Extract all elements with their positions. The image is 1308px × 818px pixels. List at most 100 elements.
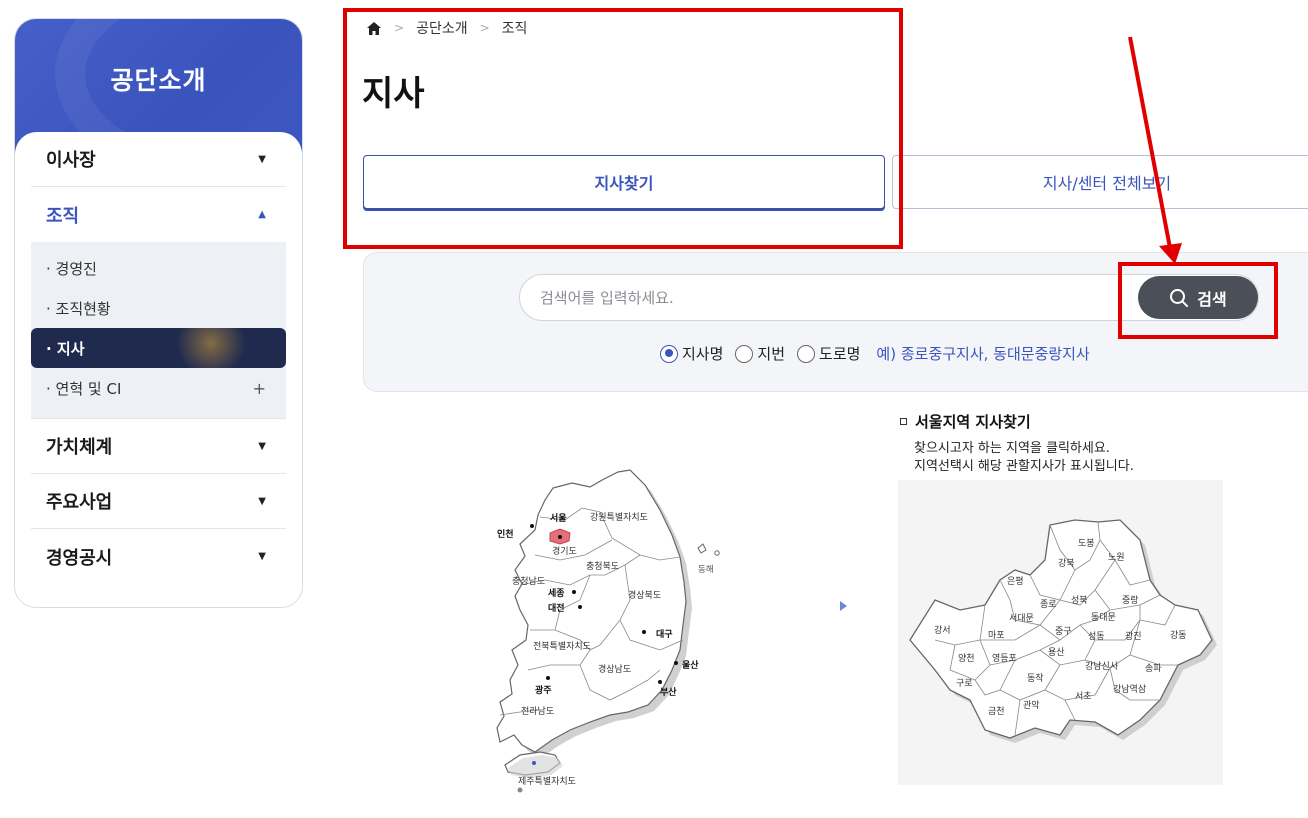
ulleungdo-island [697, 543, 707, 554]
radio-label: 도로명 [819, 345, 861, 363]
district-seongdong[interactable]: 성동 [1088, 631, 1105, 642]
seoul-section-heading: 서울지역 지사찾기 [900, 411, 1031, 432]
district-gangnamyeoksam[interactable]: 강남역삼 [1113, 684, 1146, 695]
sidebar-item-label: 경영공시 [46, 547, 113, 569]
district-gangbuk[interactable]: 강북 [1058, 558, 1075, 569]
label-jeonbuk[interactable]: 전북특별자치도 [533, 640, 591, 652]
seoul-section-description: 찾으시고자 하는 지역을 클릭하세요. 지역선택시 해당 관할지사가 표시됩니다… [914, 440, 1134, 476]
label-ulsan[interactable]: 울산 [682, 659, 699, 671]
district-yangcheon[interactable]: 양천 [958, 653, 975, 664]
korea-map: 서울 인천 경기도 강원특별자치도 충청북도 충청남도 세종 대전 경상북도 대… [496, 469, 720, 793]
plus-icon: + [252, 378, 266, 398]
seoul-heading-text: 서울지역 지사찾기 [915, 413, 1031, 431]
label-jeju[interactable]: 제주특별자치도 [518, 775, 576, 787]
district-dobong[interactable]: 도봉 [1078, 538, 1095, 549]
chevron-up-icon: ▲ [258, 209, 266, 220]
label-gwangju[interactable]: 광주 [535, 684, 552, 696]
label-busan[interactable]: 부산 [660, 686, 677, 698]
annotation-box-search-button [1118, 262, 1278, 339]
district-eunpyeong[interactable]: 은평 [1007, 576, 1024, 587]
district-yeongdeungpo[interactable]: 영등포 [992, 653, 1017, 664]
island-dot [517, 787, 523, 793]
district-junggu[interactable]: 중구 [1055, 626, 1072, 637]
sidebar-item-organization[interactable]: 조직 ▲ [31, 187, 286, 242]
annotation-box-title-tabs [343, 8, 903, 249]
sidebar-submenu: · 경영진 · 조직현황 · 지사 · 연혁 및 CI + [31, 242, 286, 419]
radio-label: 지사명 [682, 345, 724, 363]
district-jongno[interactable]: 종로 [1040, 599, 1057, 610]
tab-view-all[interactable]: 지사/센터 전체보기 [892, 155, 1308, 209]
district-guro[interactable]: 구로 [956, 678, 973, 689]
district-seodaemun[interactable]: 서대문 [1009, 613, 1034, 624]
arrow-right-icon [840, 601, 847, 611]
submenu-item-history-ci[interactable]: · 연혁 및 CI + [31, 368, 286, 408]
label-chungbuk[interactable]: 충청북도 [586, 561, 619, 572]
district-gwanak[interactable]: 관악 [1023, 699, 1040, 711]
district-dongjak[interactable]: 동작 [1027, 673, 1044, 684]
chevron-down-icon: ▼ [258, 495, 266, 507]
search-example: 예) 종로중구지사, 동대문중랑지사 [876, 345, 1090, 363]
radio-lot-number[interactable]: 지번 [735, 343, 785, 364]
sidebar: 공단소개 이사장 ▼ 조직 ▲ · 경영진 · 조직현황 · 지사 · 연혁 및… [14, 18, 303, 608]
chevron-down-icon: ▼ [258, 153, 266, 165]
seoul-desc-line: 찾으시고자 하는 지역을 클릭하세요. [914, 441, 1110, 456]
dokdo-island [714, 550, 720, 556]
label-gangwon[interactable]: 강원특별자치도 [590, 511, 648, 523]
sidebar-item-label: 주요사업 [46, 492, 113, 513]
label-gyeongnam[interactable]: 경상남도 [598, 663, 631, 675]
district-mapo[interactable]: 마포 [988, 630, 1005, 641]
map-dot [532, 761, 536, 765]
radio-circle[interactable] [797, 344, 816, 363]
sidebar-menu: 이사장 ▼ 조직 ▲ · 경영진 · 조직현황 · 지사 · 연혁 및 CI + [15, 132, 302, 607]
district-nowon[interactable]: 노원 [1108, 552, 1125, 563]
seoul-map: 도봉 노원 강북 은평 성북 종로 중랑 서대문 동대문 중구 강서 마포 성동… [909, 519, 1217, 743]
district-gangnamsinsa[interactable]: 강남신사 [1085, 661, 1119, 672]
district-songpa[interactable]: 송파 [1145, 663, 1162, 674]
radio-label: 지번 [757, 345, 786, 363]
label-incheon[interactable]: 인천 [497, 529, 514, 540]
radio-road-name[interactable]: 도로명 [797, 343, 860, 364]
sidebar-item-label: 조직 [46, 205, 80, 227]
district-geumcheon[interactable]: 금천 [988, 706, 1005, 717]
label-seoul[interactable]: 서울 [550, 512, 567, 524]
sidebar-item-disclosure[interactable]: 경영공시 ▼ [31, 529, 286, 584]
submenu-item-label: · 연혁 및 CI [46, 379, 122, 398]
district-gangseo[interactable]: 강서 [934, 625, 951, 636]
sidebar-item-business[interactable]: 주요사업 ▼ [31, 474, 286, 529]
radio-circle[interactable] [660, 344, 678, 363]
submenu-item-label: · 지사 [46, 339, 85, 358]
sidebar-item-label: 이사장 [46, 150, 96, 171]
district-dongdaemun[interactable]: 동대문 [1091, 612, 1116, 623]
seoul-desc-line: 지역선택시 해당 관할지사가 표시됩니다. [914, 459, 1134, 474]
label-chungnam[interactable]: 충청남도 [512, 576, 545, 587]
label-daegu[interactable]: 대구 [656, 628, 673, 640]
radio-circle[interactable] [735, 344, 754, 363]
label-gyeongbuk[interactable]: 경상북도 [628, 589, 661, 601]
submenu-item-org-status[interactable]: · 조직현황 [31, 288, 286, 328]
district-jungnang[interactable]: 중랑 [1122, 594, 1139, 606]
label-gyeonggi[interactable]: 경기도 [552, 545, 577, 557]
sidebar-item-values[interactable]: 가치체계 ▼ [31, 419, 286, 474]
label-donghae: 동해 [698, 565, 714, 575]
submenu-item-executives[interactable]: · 경영진 [31, 248, 286, 288]
district-seocho[interactable]: 서초 [1075, 691, 1092, 702]
chevron-down-icon: ▼ [258, 440, 266, 452]
submenu-item-label: · 경영진 [46, 259, 97, 278]
district-seongbuk[interactable]: 성북 [1071, 595, 1088, 606]
decorative-glow [176, 328, 246, 368]
sidebar-item-label: 가치체계 [46, 437, 113, 458]
radio-branch-name[interactable]: 지사명 [660, 343, 723, 364]
chevron-down-icon: ▼ [258, 551, 266, 562]
sidebar-item-chairman[interactable]: 이사장 ▼ [31, 132, 286, 187]
square-bullet-icon [900, 418, 907, 425]
label-sejong[interactable]: 세종 [548, 587, 565, 599]
sidebar-title: 공단소개 [110, 66, 207, 95]
district-gangdong[interactable]: 강동 [1170, 630, 1187, 641]
submenu-item-branch[interactable]: · 지사 [31, 328, 286, 368]
label-jeonnam[interactable]: 전라남도 [521, 706, 554, 717]
district-gwangjin[interactable]: 광진 [1125, 630, 1142, 642]
submenu-item-label: · 조직현황 [46, 299, 111, 318]
search-type-options: 지사명 지번 도로명 예) 종로중구지사, 동대문중랑지사 [660, 343, 1090, 364]
district-yongsan[interactable]: 용산 [1048, 647, 1065, 658]
label-daejeon[interactable]: 대전 [548, 602, 565, 614]
